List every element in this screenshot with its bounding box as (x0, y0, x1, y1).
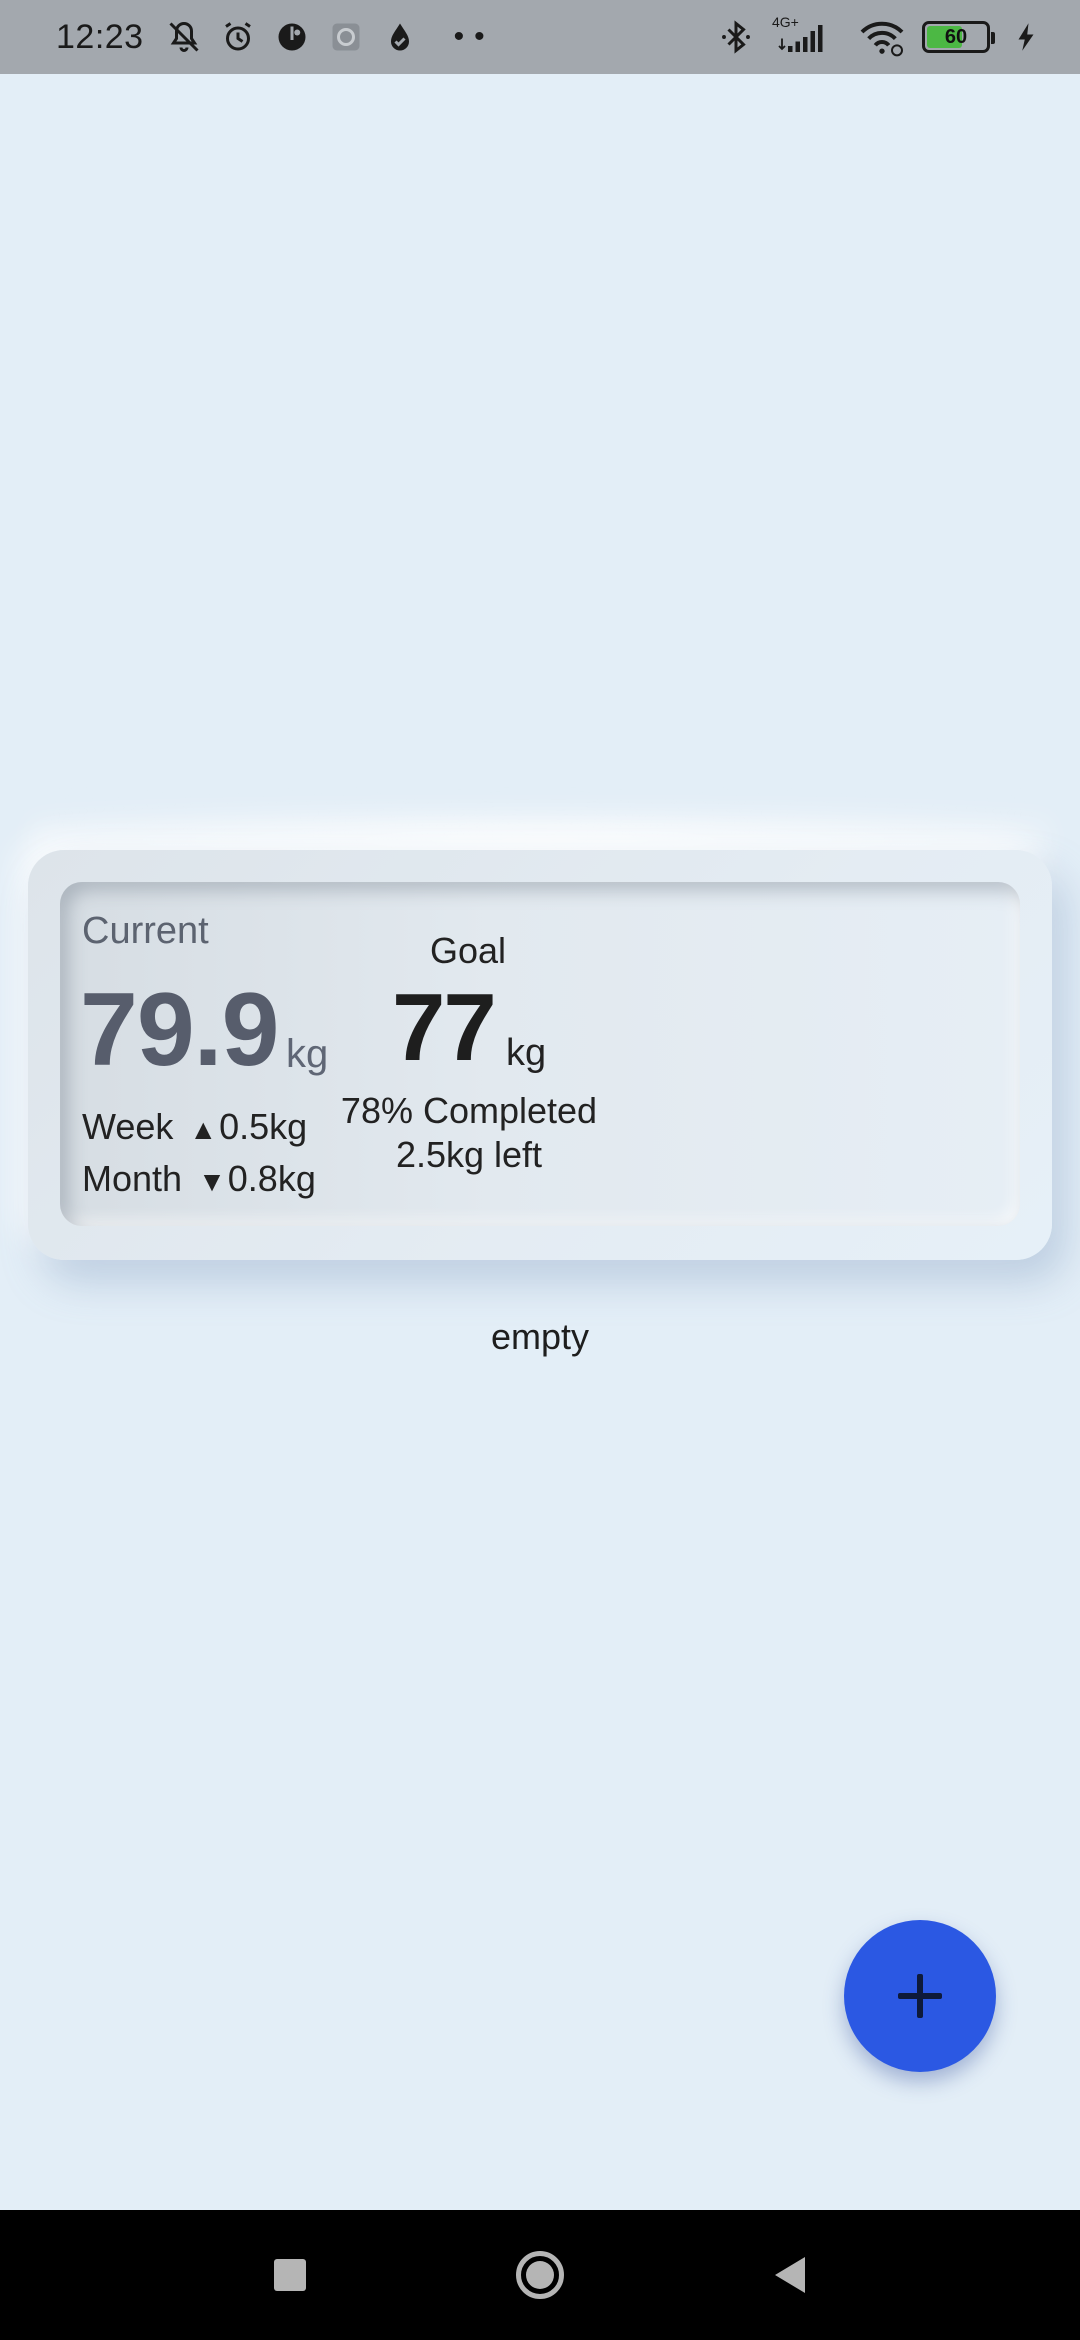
current-weight-unit: kg (286, 1032, 329, 1076)
week-change-value: 0.5kg (219, 1106, 308, 1147)
back-icon (775, 2257, 805, 2293)
goal-completed-percent: 78% Completed (340, 1090, 598, 1131)
plus-icon (898, 1974, 942, 2018)
week-change: ▲ 0.5kg (189, 1106, 307, 1148)
down-arrow-icon: ▼ (198, 1166, 226, 1197)
wifi-icon (856, 17, 908, 57)
home-icon (516, 2251, 564, 2299)
week-change-row: Week ▲ 0.5kg (82, 1106, 307, 1148)
system-nav-bar (0, 2210, 1080, 2340)
home-button[interactable] (510, 2245, 570, 2305)
battery-level: 60 (944, 25, 968, 48)
current-weight-value: 79.9 (80, 972, 279, 1088)
charging-icon (1012, 17, 1040, 57)
month-change-value: 0.8kg (227, 1158, 316, 1199)
goal-weight-value: 77 (392, 974, 497, 1081)
signal-icon: 4G+ (770, 14, 842, 57)
current-weight-label: Current (82, 910, 209, 952)
month-change-row: Month ▼ 0.8kg (82, 1158, 316, 1200)
month-label: Month (82, 1158, 183, 1199)
add-entry-button[interactable] (844, 1920, 996, 2072)
status-bar: 12:23 •• 4G+ 60 (0, 0, 1080, 74)
recents-button[interactable] (260, 2245, 320, 2305)
goal-weight-unit: kg (506, 1032, 547, 1074)
status-bar-left: 12:23 •• (56, 17, 495, 57)
back-button[interactable] (760, 2245, 820, 2305)
empty-list-text: empty (490, 1316, 590, 1357)
network-type-label: 4G+ (772, 14, 799, 30)
recents-icon (274, 2259, 306, 2291)
drop-icon (380, 17, 420, 57)
app-icon (272, 17, 312, 57)
goal-label: Goal (430, 930, 507, 971)
week-label: Week (82, 1106, 174, 1147)
month-change: ▼ 0.8kg (198, 1158, 316, 1200)
battery-icon: 60 (922, 21, 995, 53)
goal-remaining: 2.5kg left (395, 1134, 543, 1175)
status-bar-right: 4G+ 60 (716, 14, 1040, 57)
status-time: 12:23 (56, 17, 144, 56)
bluetooth-icon (716, 17, 756, 57)
mute-icon (164, 17, 204, 57)
up-arrow-icon: ▲ (189, 1114, 218, 1145)
screen-record-icon (326, 17, 366, 57)
more-dots: •• (453, 20, 495, 53)
alarm-icon (218, 17, 258, 57)
